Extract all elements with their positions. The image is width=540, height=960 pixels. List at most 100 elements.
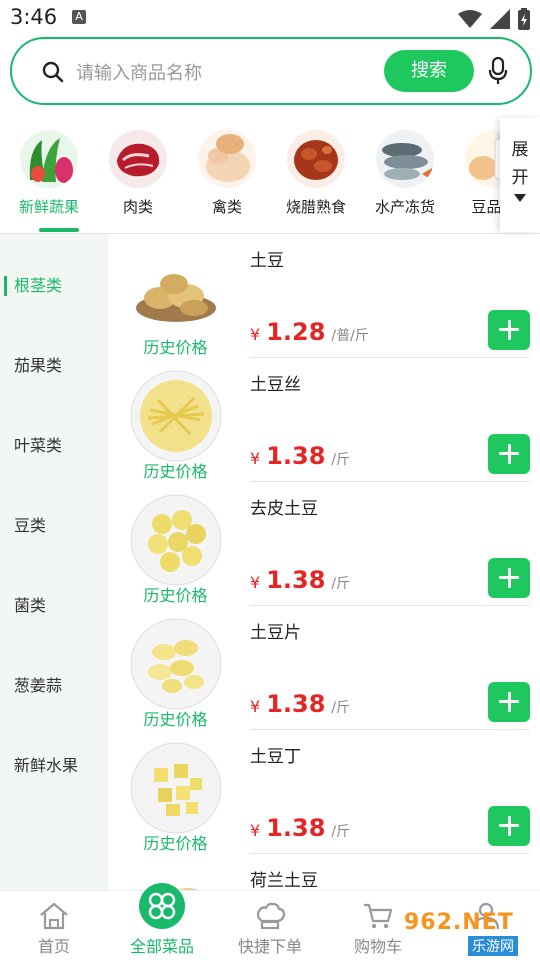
sidebar-item-leafy-greens[interactable]: 叶菜类 xyxy=(0,406,108,486)
price-value: 1.38 xyxy=(266,566,326,594)
app-screen: 3:46 A 请输入商品名称 搜索 新鲜蔬果 肉类 禽类 烧腊熟食 水产冻货 豆… xyxy=(0,0,540,960)
subcategory-sidebar: 根茎类 茄果类 叶菜类 豆类 菌类 葱姜蒜 新鲜水果 xyxy=(0,234,108,890)
nav-quick-order[interactable]: 快捷下单 xyxy=(216,891,324,960)
price-unit: /斤 xyxy=(331,824,351,840)
category-fresh-produce[interactable]: 新鲜蔬果 xyxy=(9,130,89,232)
price-unit: /斤 xyxy=(331,576,351,592)
search-input[interactable]: 请输入商品名称 xyxy=(76,59,202,85)
add-to-cart-button[interactable] xyxy=(488,806,530,846)
product-item[interactable]: 历史价格 土豆丝 ¥1.38/斤 xyxy=(108,358,540,482)
sidebar-item-label: 叶菜类 xyxy=(14,436,63,455)
active-sidebar-indicator xyxy=(4,276,7,296)
category-label: 水产冻货 xyxy=(374,198,435,216)
cell-signal-icon xyxy=(490,9,510,29)
product-item[interactable]: 历史价格 去皮土豆 ¥1.38/斤 xyxy=(108,482,540,606)
product-item[interactable]: 历史价格 土豆片 ¥1.38/斤 xyxy=(108,606,540,730)
category-label: 烧腊熟食 xyxy=(285,198,346,216)
price-unit: /斤 xyxy=(331,700,351,716)
search-bar[interactable]: 请输入商品名称 搜索 xyxy=(10,37,532,105)
search-button[interactable]: 搜索 xyxy=(384,50,474,92)
category-bbq-deli[interactable]: 烧腊熟食 xyxy=(276,130,356,217)
caret-down-icon xyxy=(514,194,526,202)
chef-hat-icon xyxy=(256,902,286,930)
watermark-text: 962.NET xyxy=(404,910,514,935)
sidebar-item-mushrooms[interactable]: 菌类 xyxy=(0,566,108,646)
system-icons xyxy=(458,8,530,30)
expand-label-line1: 展 xyxy=(511,140,529,160)
price-unit: /斤 xyxy=(331,452,351,468)
price-history-link[interactable]: 历史价格 xyxy=(108,334,243,358)
seafood-image xyxy=(376,130,434,188)
site-watermark: 962.NET 乐游网 xyxy=(400,910,535,956)
currency-symbol: ¥ xyxy=(250,325,261,344)
expand-categories-button[interactable]: 展 开 xyxy=(500,118,540,232)
add-to-cart-button[interactable] xyxy=(488,682,530,722)
category-seafood-frozen[interactable]: 水产冻货 xyxy=(365,130,445,217)
price-history-link[interactable]: 历史价格 xyxy=(108,458,243,482)
add-to-cart-button[interactable] xyxy=(488,558,530,598)
sidebar-item-label: 葱姜蒜 xyxy=(14,676,63,695)
sidebar-item-label: 菌类 xyxy=(14,596,47,615)
expand-label-line2: 开 xyxy=(511,168,529,188)
price-history-link[interactable]: 历史价格 xyxy=(108,830,243,854)
nav-home[interactable]: 首页 xyxy=(0,891,108,960)
sidebar-item-nightshades[interactable]: 茄果类 xyxy=(0,326,108,406)
search-icon xyxy=(42,61,64,83)
product-image xyxy=(130,370,222,462)
category-meat[interactable]: 肉类 xyxy=(98,130,178,217)
sidebar-item-label: 豆类 xyxy=(14,516,47,535)
sidebar-item-beans[interactable]: 豆类 xyxy=(0,486,108,566)
product-price: ¥1.38/斤 xyxy=(250,566,350,594)
product-price: ¥1.38/斤 xyxy=(250,442,350,470)
category-label: 肉类 xyxy=(122,198,153,216)
currency-symbol: ¥ xyxy=(250,449,261,468)
clover-icon xyxy=(148,892,176,920)
category-label: 禽类 xyxy=(211,198,242,216)
price-history-link[interactable]: 历史价格 xyxy=(108,706,243,730)
sidebar-item-label: 新鲜水果 xyxy=(14,756,79,775)
status-bar: 3:46 A xyxy=(0,0,540,36)
category-strip: 新鲜蔬果 肉类 禽类 烧腊熟食 水产冻货 豆品蛋 xyxy=(0,118,540,234)
currency-symbol: ¥ xyxy=(250,697,261,716)
vegetables-image xyxy=(20,130,78,188)
notification-a-icon: A xyxy=(72,10,86,24)
home-icon xyxy=(40,902,68,930)
product-price: ¥1.38/斤 xyxy=(250,814,350,842)
currency-symbol: ¥ xyxy=(250,573,261,592)
status-time: 3:46 xyxy=(10,5,58,29)
product-image xyxy=(130,246,222,338)
product-name: 土豆片 xyxy=(250,623,301,643)
product-name: 土豆丝 xyxy=(250,375,301,395)
price-value: 1.38 xyxy=(266,814,326,842)
sidebar-item-label: 茄果类 xyxy=(14,356,63,375)
product-name: 荷兰土豆 xyxy=(250,871,318,890)
product-name: 土豆丁 xyxy=(250,747,301,767)
nav-all-dishes[interactable]: 全部菜品 xyxy=(108,883,216,960)
price-history-link[interactable]: 历史价格 xyxy=(108,582,243,606)
sidebar-item-root-vegetables[interactable]: 根茎类 xyxy=(0,246,108,326)
price-unit: /普/斤 xyxy=(331,328,369,344)
sidebar-item-aromatics[interactable]: 葱姜蒜 xyxy=(0,646,108,726)
active-category-indicator xyxy=(39,228,79,232)
product-price: ¥1.38/斤 xyxy=(250,690,350,718)
add-to-cart-button[interactable] xyxy=(488,310,530,350)
meat-image xyxy=(109,130,167,188)
add-to-cart-button[interactable] xyxy=(488,434,530,474)
currency-symbol: ¥ xyxy=(250,821,261,840)
product-list: 历史价格 土豆 ¥1.28/普/斤 历史价格 土豆丝 ¥1.38/斤 历史价格 … xyxy=(108,234,540,890)
sidebar-item-fresh-fruit[interactable]: 新鲜水果 xyxy=(0,726,108,806)
nav-label: 快捷下单 xyxy=(237,937,302,956)
product-image xyxy=(130,742,222,834)
active-nav-indicator xyxy=(139,883,185,929)
category-label: 新鲜蔬果 xyxy=(18,198,79,216)
microphone-icon[interactable] xyxy=(488,57,508,85)
product-image xyxy=(130,494,222,586)
poultry-image xyxy=(198,130,256,188)
product-name: 去皮土豆 xyxy=(250,499,318,519)
product-item[interactable]: 历史价格 土豆 ¥1.28/普/斤 xyxy=(108,234,540,358)
price-value: 1.38 xyxy=(266,690,326,718)
category-poultry[interactable]: 禽类 xyxy=(187,130,267,217)
product-item[interactable]: 历史价格 土豆丁 ¥1.38/斤 xyxy=(108,730,540,854)
sidebar-item-label: 根茎类 xyxy=(14,276,63,295)
price-value: 1.28 xyxy=(266,318,326,346)
